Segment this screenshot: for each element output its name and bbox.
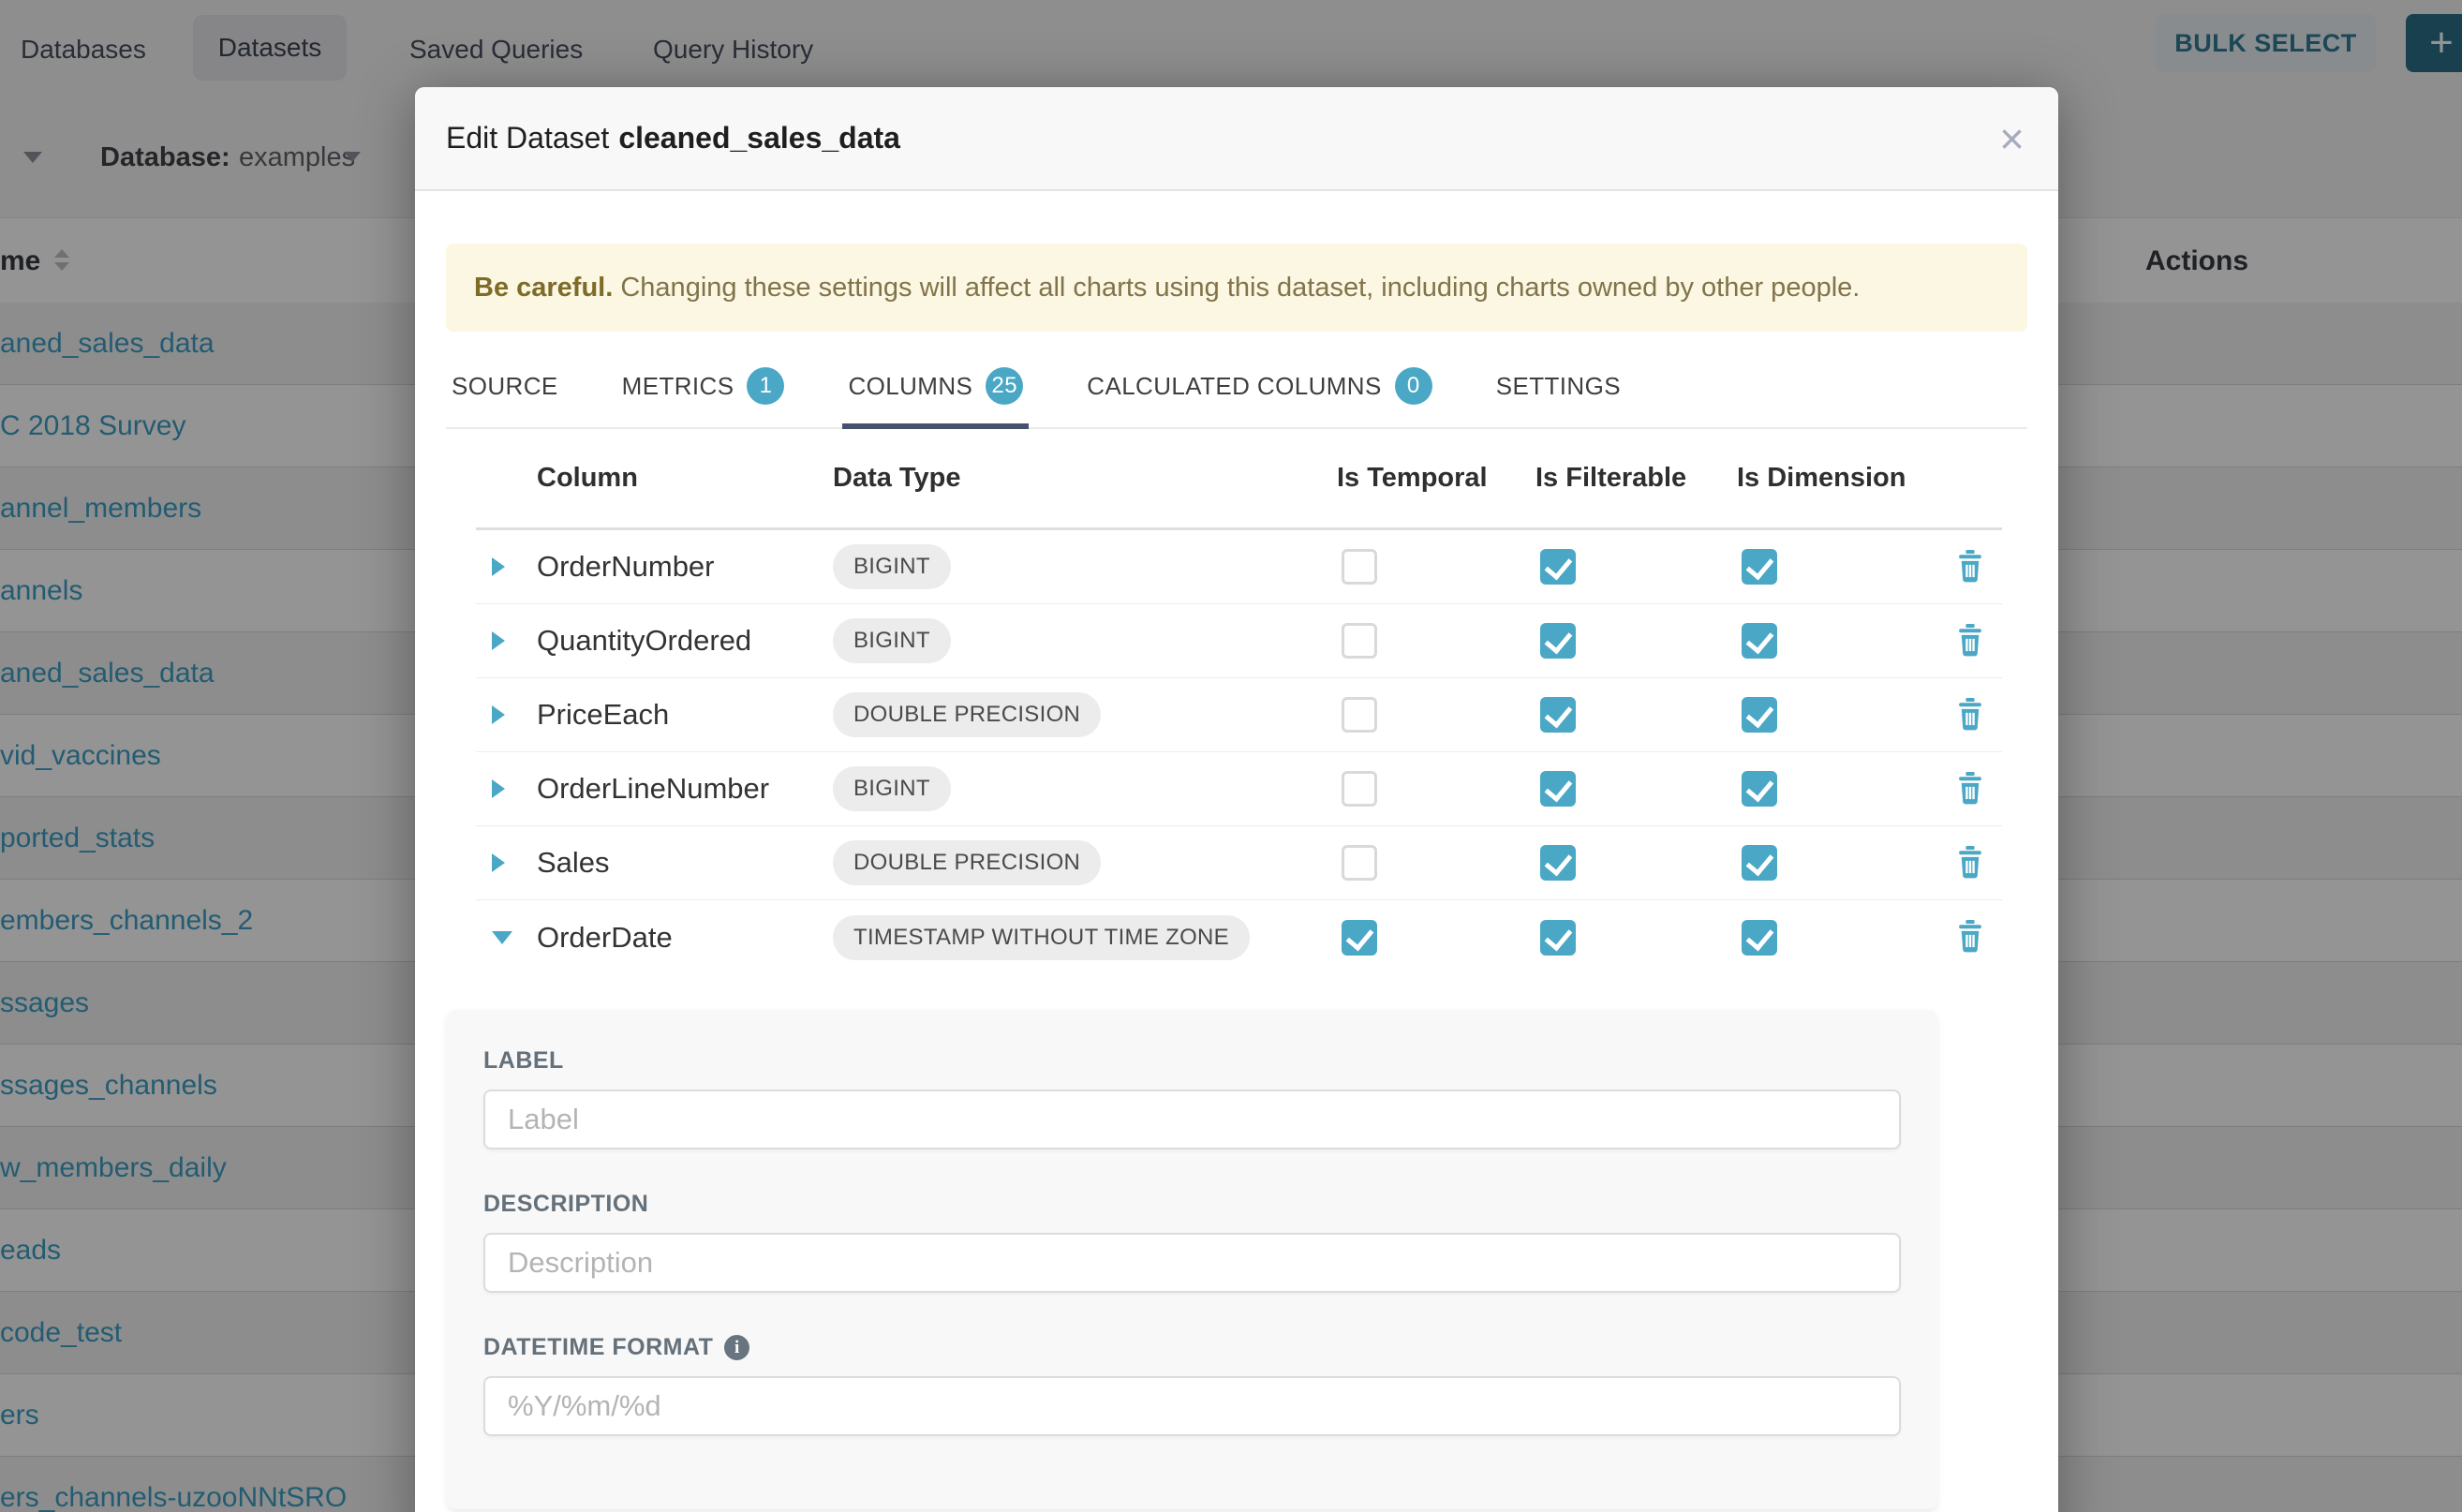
datasets-page: Databases Datasets Saved Queries Query H… xyxy=(0,0,2462,1512)
is-dimension-header: Is Dimension xyxy=(1729,463,1937,494)
column-name: PriceEach xyxy=(529,698,825,732)
is-temporal-checkbox[interactable] xyxy=(1342,845,1377,881)
expand-caret-icon[interactable] xyxy=(492,631,505,650)
modal-title-prefix: Edit Dataset xyxy=(446,121,609,155)
is-dimension-checkbox[interactable] xyxy=(1742,623,1777,659)
trash-icon xyxy=(1955,772,1985,807)
column-row: PriceEach DOUBLE PRECISION xyxy=(476,678,2002,752)
label-input[interactable] xyxy=(483,1090,1901,1149)
column-name: OrderNumber xyxy=(529,550,825,584)
column-detail-editor: LABEL DESCRIPTION DATETIME FORMAT i xyxy=(447,1010,1937,1509)
label-field: LABEL xyxy=(483,1047,1901,1149)
is-filterable-header: Is Filterable xyxy=(1528,463,1729,494)
trash-icon xyxy=(1955,550,1985,585)
columns-table: Column Data Type Is Temporal Is Filterab… xyxy=(476,429,2002,974)
data-type-pill: BIGINT xyxy=(833,766,951,811)
tab-count-badge: 0 xyxy=(1395,367,1432,405)
is-dimension-checkbox[interactable] xyxy=(1742,697,1777,733)
datetime-format-label-text: DATETIME FORMAT xyxy=(483,1334,713,1361)
is-dimension-checkbox[interactable] xyxy=(1742,845,1777,881)
datetime-format-field: DATETIME FORMAT i xyxy=(483,1334,1901,1436)
tab-label: SETTINGS xyxy=(1496,372,1621,401)
is-temporal-header: Is Temporal xyxy=(1329,463,1528,494)
delete-column-button[interactable] xyxy=(1937,624,2002,659)
column-row: OrderNumber BIGINT xyxy=(476,530,2002,604)
expand-caret-icon[interactable] xyxy=(492,779,505,798)
is-temporal-checkbox[interactable] xyxy=(1342,771,1377,807)
is-dimension-checkbox[interactable] xyxy=(1742,771,1777,807)
tab-label: METRICS xyxy=(622,372,734,401)
edit-dataset-modal: Edit Dataset cleaned_sales_data × Be care… xyxy=(415,87,2058,1512)
collapse-caret-icon[interactable] xyxy=(492,931,512,944)
expand-caret-icon[interactable] xyxy=(492,557,505,576)
is-dimension-checkbox[interactable] xyxy=(1742,549,1777,585)
expand-caret-icon[interactable] xyxy=(492,705,505,724)
close-icon[interactable]: × xyxy=(1999,117,2024,160)
column-row: OrderLineNumber BIGINT xyxy=(476,752,2002,826)
delete-column-button[interactable] xyxy=(1937,920,2002,955)
tab-columns[interactable]: COLUMNS 25 xyxy=(842,347,1029,429)
delete-column-button[interactable] xyxy=(1937,550,2002,585)
data-type-pill: TIMESTAMP WITHOUT TIME ZONE xyxy=(833,915,1250,960)
column-row: OrderDate TIMESTAMP WITHOUT TIME ZONE xyxy=(476,900,2002,974)
column-name: QuantityOrdered xyxy=(529,624,825,658)
modal-header: Edit Dataset cleaned_sales_data × xyxy=(415,87,2058,191)
is-temporal-checkbox[interactable] xyxy=(1342,697,1377,733)
warning-text: Changing these settings will affect all … xyxy=(613,273,1860,304)
datetime-format-input[interactable] xyxy=(483,1376,1901,1436)
label-field-label: LABEL xyxy=(483,1047,1901,1075)
column-row: Sales DOUBLE PRECISION xyxy=(476,826,2002,900)
column-name: OrderDate xyxy=(529,921,825,955)
columns-table-header: Column Data Type Is Temporal Is Filterab… xyxy=(476,429,2002,530)
tab-metrics[interactable]: METRICS 1 xyxy=(616,347,791,429)
data-type-pill: BIGINT xyxy=(833,544,951,589)
data-type-pill: DOUBLE PRECISION xyxy=(833,840,1101,885)
modal-tabs: SOURCE METRICS 1 COLUMNS 25 CALCULATED C… xyxy=(446,347,2027,429)
tab-count-badge: 1 xyxy=(747,367,784,405)
is-dimension-checkbox[interactable] xyxy=(1742,920,1777,956)
tab-label: COLUMNS xyxy=(848,372,972,401)
column-row: QuantityOrdered BIGINT xyxy=(476,604,2002,678)
modal-body: Be careful. Changing these settings will… xyxy=(415,244,2058,1509)
trash-icon xyxy=(1955,920,1985,955)
tab-source[interactable]: SOURCE xyxy=(446,347,564,429)
description-field: DESCRIPTION xyxy=(483,1191,1901,1293)
is-filterable-checkbox[interactable] xyxy=(1540,623,1576,659)
is-filterable-checkbox[interactable] xyxy=(1540,845,1576,881)
tab-count-badge: 25 xyxy=(986,367,1023,405)
is-temporal-checkbox[interactable] xyxy=(1342,920,1377,956)
is-filterable-checkbox[interactable] xyxy=(1540,549,1576,585)
is-temporal-checkbox[interactable] xyxy=(1342,549,1377,585)
trash-icon xyxy=(1955,846,1985,881)
description-field-label: DESCRIPTION xyxy=(483,1191,1901,1218)
expand-caret-icon[interactable] xyxy=(492,853,505,872)
delete-column-button[interactable] xyxy=(1937,846,2002,881)
modal-title: Edit Dataset cleaned_sales_data xyxy=(446,121,900,156)
tab-label: SOURCE xyxy=(452,372,558,401)
tab-settings[interactable]: SETTINGS xyxy=(1491,347,1626,429)
column-name: Sales xyxy=(529,846,825,880)
delete-column-button[interactable] xyxy=(1937,772,2002,807)
column-header: Column xyxy=(529,463,825,494)
warning-bold-text: Be careful. xyxy=(474,273,613,304)
is-filterable-checkbox[interactable] xyxy=(1540,920,1576,956)
trash-icon xyxy=(1955,698,1985,733)
trash-icon xyxy=(1955,624,1985,659)
is-filterable-checkbox[interactable] xyxy=(1540,771,1576,807)
data-type-header: Data Type xyxy=(825,463,1329,494)
delete-column-button[interactable] xyxy=(1937,698,2002,733)
tab-calculated-columns[interactable]: CALCULATED COLUMNS 0 xyxy=(1081,347,1437,429)
is-filterable-checkbox[interactable] xyxy=(1540,697,1576,733)
datetime-format-field-label: DATETIME FORMAT i xyxy=(483,1334,1901,1361)
data-type-pill: BIGINT xyxy=(833,618,951,663)
tab-label: CALCULATED COLUMNS xyxy=(1087,372,1381,401)
column-name: OrderLineNumber xyxy=(529,772,825,806)
info-icon[interactable]: i xyxy=(724,1335,749,1360)
modal-title-dataset-name: cleaned_sales_data xyxy=(618,121,900,155)
data-type-pill: DOUBLE PRECISION xyxy=(833,692,1101,737)
warning-banner: Be careful. Changing these settings will… xyxy=(446,244,2027,332)
is-temporal-checkbox[interactable] xyxy=(1342,623,1377,659)
description-input[interactable] xyxy=(483,1233,1901,1293)
